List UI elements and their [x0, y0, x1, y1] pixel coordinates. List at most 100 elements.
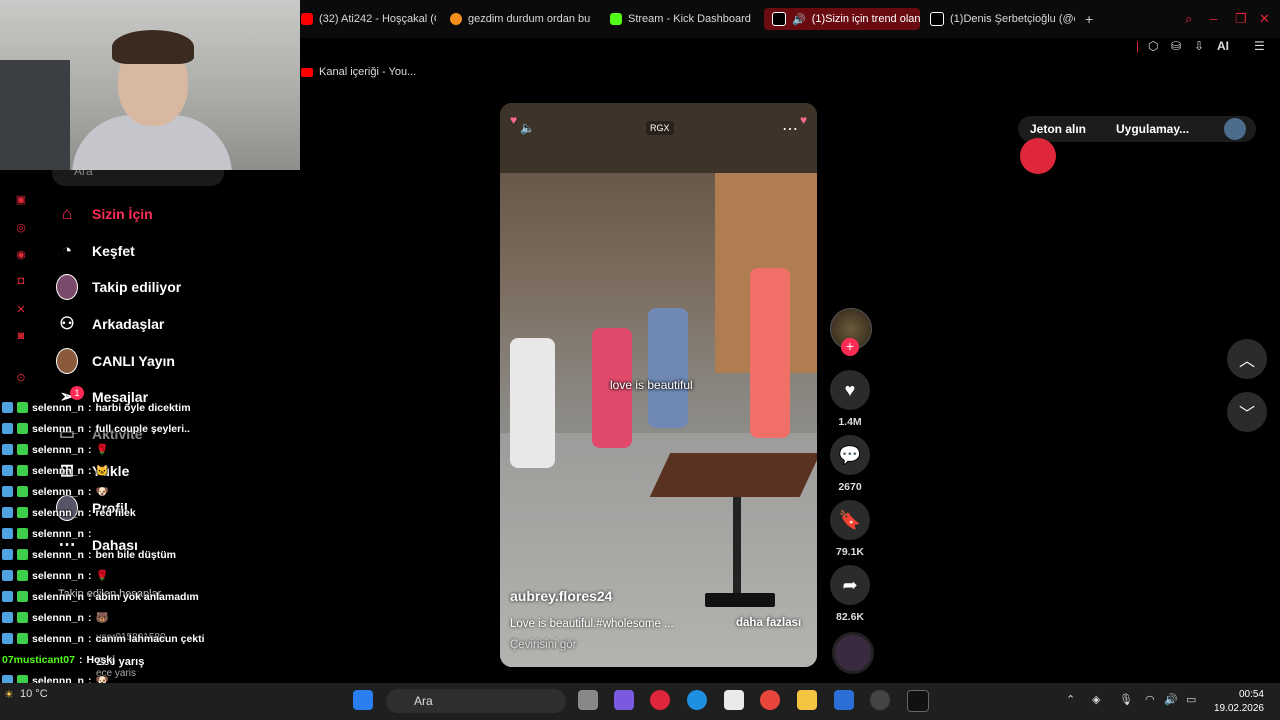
nav-following[interactable]: Takip ediliyor [56, 274, 181, 300]
chrome-icon[interactable] [760, 690, 780, 710]
home-icon: ⌂ [61, 204, 73, 223]
chat-message: harbi öyle dicektim [95, 401, 191, 414]
ai-button[interactable]: AI [1217, 39, 1229, 53]
video-tag: RGX [646, 121, 674, 135]
start-icon[interactable] [353, 690, 373, 710]
search-icon[interactable]: ⌕ [1185, 11, 1192, 27]
comment-action[interactable]: 💬 2670 [830, 435, 870, 493]
taskbar-clock[interactable]: 00:54 19.02.2026 [1212, 688, 1264, 716]
chat-message: 🐱 [95, 465, 109, 477]
tab-tiktok-profile[interactable]: (1)Denis Şerbetçioğlu (@d [930, 8, 1075, 30]
weather-temp: 10 °C [20, 688, 48, 700]
instagram-icon[interactable]: ◘ [14, 275, 28, 289]
task-view-icon[interactable] [578, 690, 598, 710]
share-icon[interactable]: ➦ [830, 565, 870, 605]
mail-icon[interactable] [834, 690, 854, 710]
wifi-icon[interactable]: ◠ [1145, 693, 1155, 706]
maximize-icon[interactable]: ❐ [1235, 11, 1247, 27]
nav-live[interactable]: CANLI Yayın [56, 348, 175, 374]
see-translation-link[interactable]: Çevirisini gör [510, 639, 576, 651]
video-author[interactable]: aubrey.flores24 [510, 588, 612, 604]
video-player[interactable]: ♥ 🔈 RGX ⋯ ♥ love is beautiful aubrey.flo… [500, 103, 817, 667]
tab-youtube[interactable]: (32) Ati242 - Hoşçakal (O [301, 8, 436, 30]
see-more-link[interactable]: daha fazlası [736, 617, 801, 629]
chat-line: selennn_n: harbi öyle dicektim [2, 397, 300, 418]
file-explorer-icon[interactable] [797, 690, 817, 710]
settings-icon[interactable] [870, 690, 890, 710]
wallet-icon[interactable]: ⛁ [1171, 39, 1181, 53]
speaker-icon: 🔊 [792, 13, 806, 26]
nav-for-you[interactable]: ⌂ Sizin İçin [56, 203, 153, 225]
chat-user: selennn_n [32, 611, 84, 624]
menu-icon[interactable]: ☰ [1254, 39, 1265, 53]
microphone-icon[interactable]: 🎙 [1119, 693, 1133, 706]
chat-line: selennn_n: canım lahmacun çekti [2, 628, 300, 649]
nav-friends[interactable]: ⚇ Arkadaşlar [56, 313, 164, 335]
video-scene-table [649, 453, 817, 497]
badge-icon [17, 486, 28, 497]
minimize-icon[interactable]: – [1210, 11, 1217, 26]
bookmark-icon[interactable]: 🔖 [830, 500, 870, 540]
music-disc-avatar[interactable] [832, 632, 874, 674]
tab-kick[interactable]: Stream - Kick Dashboard [610, 8, 752, 30]
volume-icon[interactable]: 🔊 [1164, 693, 1178, 706]
tiktok-icon [772, 12, 786, 26]
chat-user: selennn_n [32, 527, 84, 540]
get-coins-button[interactable]: Jeton alın [1030, 122, 1086, 136]
comment-icon[interactable]: 💬 [830, 435, 870, 475]
chat-line: selennn_n: 🐻 [2, 607, 300, 628]
epic-games-icon[interactable] [907, 690, 929, 712]
battery-icon[interactable]: ▭ [1186, 693, 1196, 706]
more-icon[interactable]: ⊙ [14, 371, 28, 385]
clock-time: 00:54 [1238, 689, 1264, 700]
tab-gezdim[interactable]: gezdim durdum ordan bu [450, 8, 592, 30]
previous-video-button[interactable]: ︿ [1227, 339, 1267, 379]
nav-explore[interactable]: ◔ Keşfet [56, 240, 135, 262]
video-scene-ceiling [500, 103, 817, 173]
discord-icon[interactable]: ◙ [14, 330, 28, 344]
like-icon[interactable]: ♥ [830, 370, 870, 410]
video-scene-table-base [705, 593, 775, 607]
save-action[interactable]: 🔖 79.1K [830, 500, 870, 558]
follow-plus-button[interactable]: + [841, 338, 859, 356]
x-icon[interactable]: ✕ [14, 303, 28, 317]
twitch-icon[interactable]: ▣ [14, 193, 28, 207]
store-icon[interactable] [724, 690, 744, 710]
badge-icon [17, 633, 28, 644]
like-action[interactable]: ♥ 1.4M [830, 370, 870, 428]
new-tab-button[interactable]: + [1085, 8, 1093, 30]
chat-message: full couple şeyleri.. [95, 422, 190, 435]
badge-icon [17, 570, 28, 581]
profile-avatar[interactable] [1224, 118, 1246, 140]
taskbar-search-label: Ara [414, 694, 433, 708]
chat-user: selennn_n [32, 422, 84, 435]
extensions-icon[interactable]: ⬡ [1148, 39, 1158, 53]
antivirus-icon[interactable]: ◈ [1092, 693, 1100, 706]
share-action[interactable]: ➦ 82.6K [830, 565, 870, 623]
next-video-button[interactable]: ﹀ [1227, 392, 1267, 432]
badge-icon [17, 507, 28, 518]
taskbar-search[interactable]: Ara [386, 689, 566, 713]
edge-icon[interactable] [687, 690, 707, 710]
download-icon[interactable]: ⇩ [1194, 39, 1204, 53]
bookmark-item[interactable]: Kanal içeriği - You... [301, 66, 416, 78]
copilot-icon[interactable] [614, 690, 634, 710]
live-icon [56, 348, 78, 374]
messenger-icon[interactable]: ◎ [14, 221, 28, 235]
heart-icon: ♥ [800, 113, 808, 127]
tab-tiktok-active[interactable]: 🔊 (1)Sizin için trend olan [764, 8, 920, 30]
more-options-icon[interactable]: ⋯ [782, 119, 798, 139]
chat-message: 🐻 [95, 612, 109, 624]
tab-label: (32) Ati242 - Hoşçakal (O [319, 13, 436, 25]
opera-icon[interactable] [650, 690, 670, 710]
chevron-up-icon[interactable]: ⌃ [1066, 693, 1075, 706]
badge-icon [17, 528, 28, 539]
volume-icon[interactable]: 🔈 [520, 121, 535, 135]
close-icon[interactable]: ✕ [1259, 11, 1270, 27]
chat-user: selennn_n [32, 506, 84, 519]
chat-message: 🌹 [95, 570, 109, 582]
get-app-button[interactable]: Uygulamay... [1116, 122, 1189, 136]
chat-message: Hoşkj [86, 653, 116, 666]
whatsapp-icon[interactable]: ◉ [14, 248, 28, 262]
badge-icon [17, 423, 28, 434]
